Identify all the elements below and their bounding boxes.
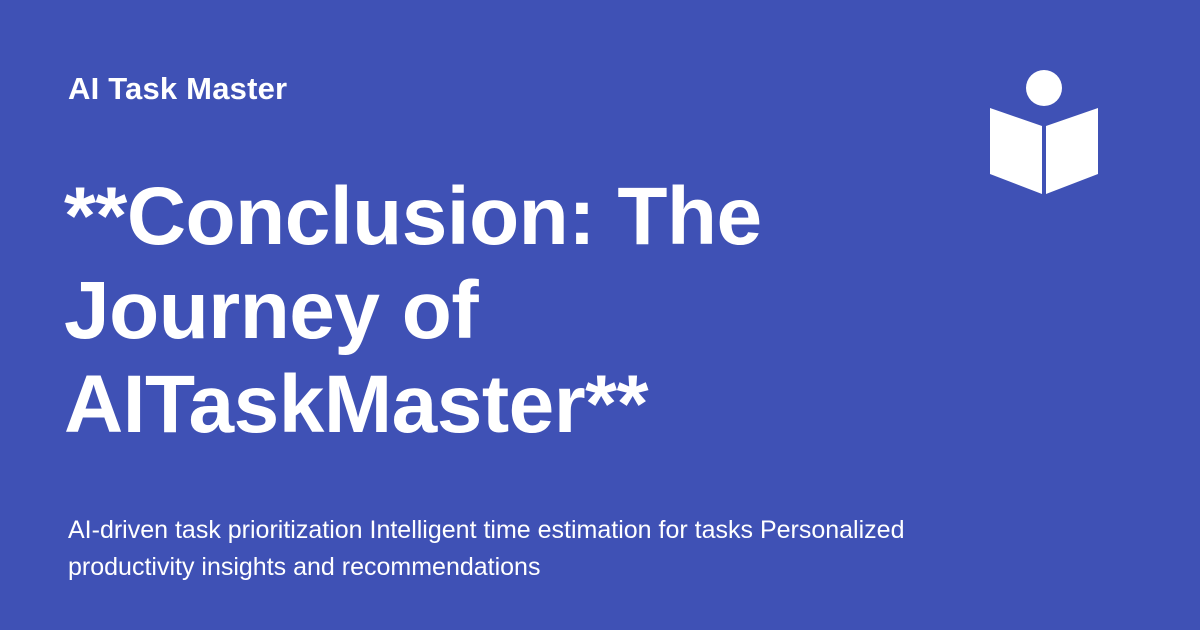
reader-book-icon [990, 70, 1098, 194]
feature-summary: AI-driven task prioritization Intelligen… [68, 516, 905, 581]
brand-name: AI Task Master [68, 71, 288, 106]
social-card: AI Task Master **Conclusion: The Journey… [0, 0, 1200, 630]
page-title: **Conclusion: The Journey of AITaskMaste… [64, 171, 762, 450]
